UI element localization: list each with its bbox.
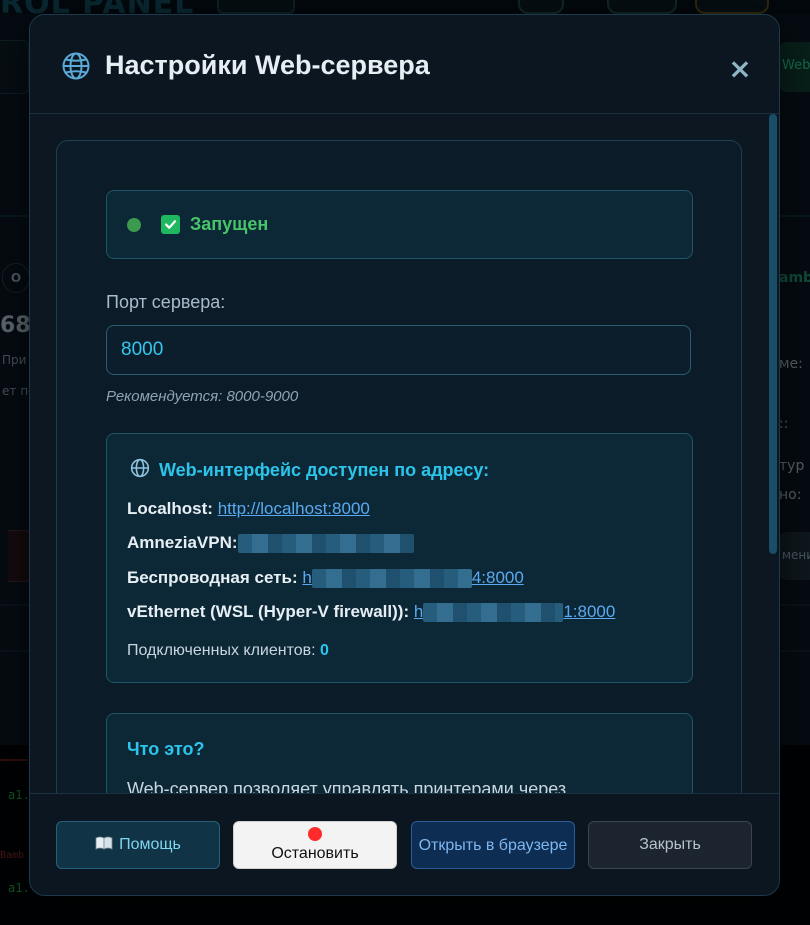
url-label: vEthernet (WSL (Hyper-V firewall)): bbox=[127, 602, 410, 621]
status-indicator-dot bbox=[127, 217, 141, 232]
link-suffix: 4:8000 bbox=[471, 568, 524, 587]
link-prefix: h bbox=[302, 568, 312, 587]
settings-panel: Запущен Порт сервера: Рекомендуется: 800… bbox=[56, 140, 742, 793]
dialog-body[interactable]: Запущен Порт сервера: Рекомендуется: 800… bbox=[30, 114, 779, 793]
server-status-text: Запущен bbox=[190, 214, 269, 234]
url-label: Беспроводная сеть: bbox=[127, 568, 298, 587]
dialog-footer: Помощь Остановить Открыть в браузере Зак… bbox=[30, 793, 779, 895]
dialog-header: Настройки Web-сервера × bbox=[30, 15, 779, 114]
clients-count: 0 bbox=[320, 642, 329, 659]
connected-clients: Подключенных клиентов: 0 bbox=[127, 642, 329, 660]
urls-title: Web-интерфейс доступен по адресу: bbox=[159, 460, 490, 480]
checkmark-icon bbox=[161, 215, 180, 234]
urls-title-group: Web-интерфейс доступен по адресу: bbox=[130, 458, 489, 483]
globe-icon bbox=[61, 51, 91, 81]
redacted-address bbox=[237, 534, 414, 554]
help-button-label: Помощь bbox=[119, 836, 181, 853]
scrollbar-thumb[interactable] bbox=[769, 114, 777, 554]
globe-icon bbox=[130, 458, 150, 483]
what-is-this-text: Web-сервер позволяет управлять принтерам… bbox=[127, 779, 567, 793]
url-row-vethernet: vEthernet (WSL (Hyper-V firewall)): h 1:8… bbox=[127, 602, 616, 623]
book-icon bbox=[95, 836, 113, 854]
what-is-this-title: Что это? bbox=[127, 739, 205, 759]
localhost-link[interactable]: http://localhost:8000 bbox=[218, 499, 370, 518]
url-row-amnezia: AmneziaVPN: bbox=[127, 533, 414, 554]
link-prefix: h bbox=[413, 602, 424, 621]
stop-button-label: Остановить bbox=[271, 845, 359, 862]
url-label: Localhost: bbox=[127, 499, 213, 518]
url-row-localhost: Localhost: http://localhost:8000 bbox=[127, 499, 370, 519]
port-input[interactable] bbox=[106, 325, 691, 375]
server-status-box: Запущен bbox=[106, 190, 693, 259]
clients-label: Подключенных клиентов: bbox=[127, 642, 316, 659]
url-row-wireless: Беспроводная сеть: h 4:8000 bbox=[127, 568, 524, 589]
wireless-link[interactable]: h 4:8000 bbox=[302, 568, 524, 589]
open-in-browser-button[interactable]: Открыть в браузере bbox=[411, 821, 575, 869]
redacted-address bbox=[423, 603, 564, 623]
stop-server-button[interactable]: Остановить bbox=[233, 821, 397, 869]
redacted-address bbox=[311, 569, 472, 589]
close-button[interactable]: × bbox=[727, 52, 753, 85]
what-is-this-box: Что это? Web-сервер позволяет управлять … bbox=[106, 713, 693, 793]
close-dialog-button[interactable]: Закрыть bbox=[588, 821, 752, 869]
link-suffix: 1:8000 bbox=[563, 602, 616, 621]
dialog-title-group: Настройки Web-сервера bbox=[61, 50, 430, 81]
help-button[interactable]: Помощь bbox=[56, 821, 220, 869]
port-hint: Рекомендуется: 8000-9000 bbox=[106, 388, 299, 405]
vethernet-link[interactable]: h 1:8000 bbox=[413, 602, 616, 623]
port-label: Порт сервера: bbox=[106, 292, 226, 312]
web-server-settings-dialog: Настройки Web-сервера × Запущен Порт сер… bbox=[29, 14, 780, 896]
url-label: AmneziaVPN: bbox=[127, 533, 238, 552]
web-interface-urls-box: Web-интерфейс доступен по адресу: Localh… bbox=[106, 433, 693, 683]
red-circle-icon bbox=[308, 827, 322, 841]
dialog-title: Настройки Web-сервера bbox=[105, 50, 430, 80]
